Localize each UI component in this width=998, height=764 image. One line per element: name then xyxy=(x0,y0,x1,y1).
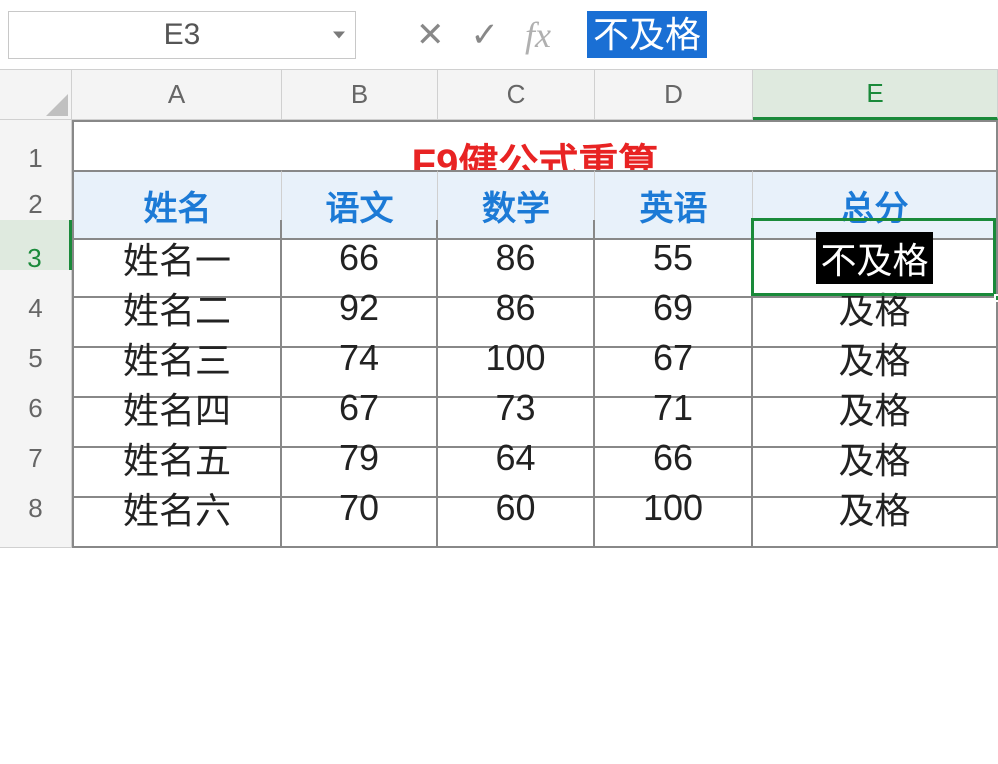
chevron-down-icon[interactable] xyxy=(333,31,345,38)
cell-E8[interactable]: 及格 xyxy=(753,470,998,548)
fill-handle[interactable] xyxy=(994,294,998,302)
fx-icon[interactable]: fx xyxy=(525,17,551,53)
formula-input-value: 不及格 xyxy=(587,11,707,58)
row-header-8[interactable]: 8 xyxy=(0,470,72,548)
cell-B8[interactable]: 70 xyxy=(282,470,438,548)
cell-C8[interactable]: 60 xyxy=(438,470,595,548)
formula-bar-buttons: ✕ ✓ fx xyxy=(416,17,551,53)
name-box[interactable]: E3 xyxy=(8,11,356,59)
formula-input[interactable]: 不及格 xyxy=(587,11,707,58)
spreadsheet-grid: A B C D E 1 F9健公式重算 2 姓名 语文 数学 英语 总分 3 姓… xyxy=(0,70,998,520)
accept-icon[interactable]: ✓ xyxy=(471,18,500,52)
cell-D8[interactable]: 100 xyxy=(595,470,753,548)
select-all-corner[interactable] xyxy=(0,70,72,120)
name-box-value: E3 xyxy=(164,18,201,52)
col-header-E[interactable]: E xyxy=(753,70,998,120)
col-header-A[interactable]: A xyxy=(72,70,282,120)
cancel-icon[interactable]: ✕ xyxy=(416,18,445,52)
formula-bar: E3 ✕ ✓ fx 不及格 xyxy=(0,0,998,70)
cell-A8[interactable]: 姓名六 xyxy=(72,470,282,548)
col-header-D[interactable]: D xyxy=(595,70,753,120)
col-header-B[interactable]: B xyxy=(282,70,438,120)
col-header-C[interactable]: C xyxy=(438,70,595,120)
